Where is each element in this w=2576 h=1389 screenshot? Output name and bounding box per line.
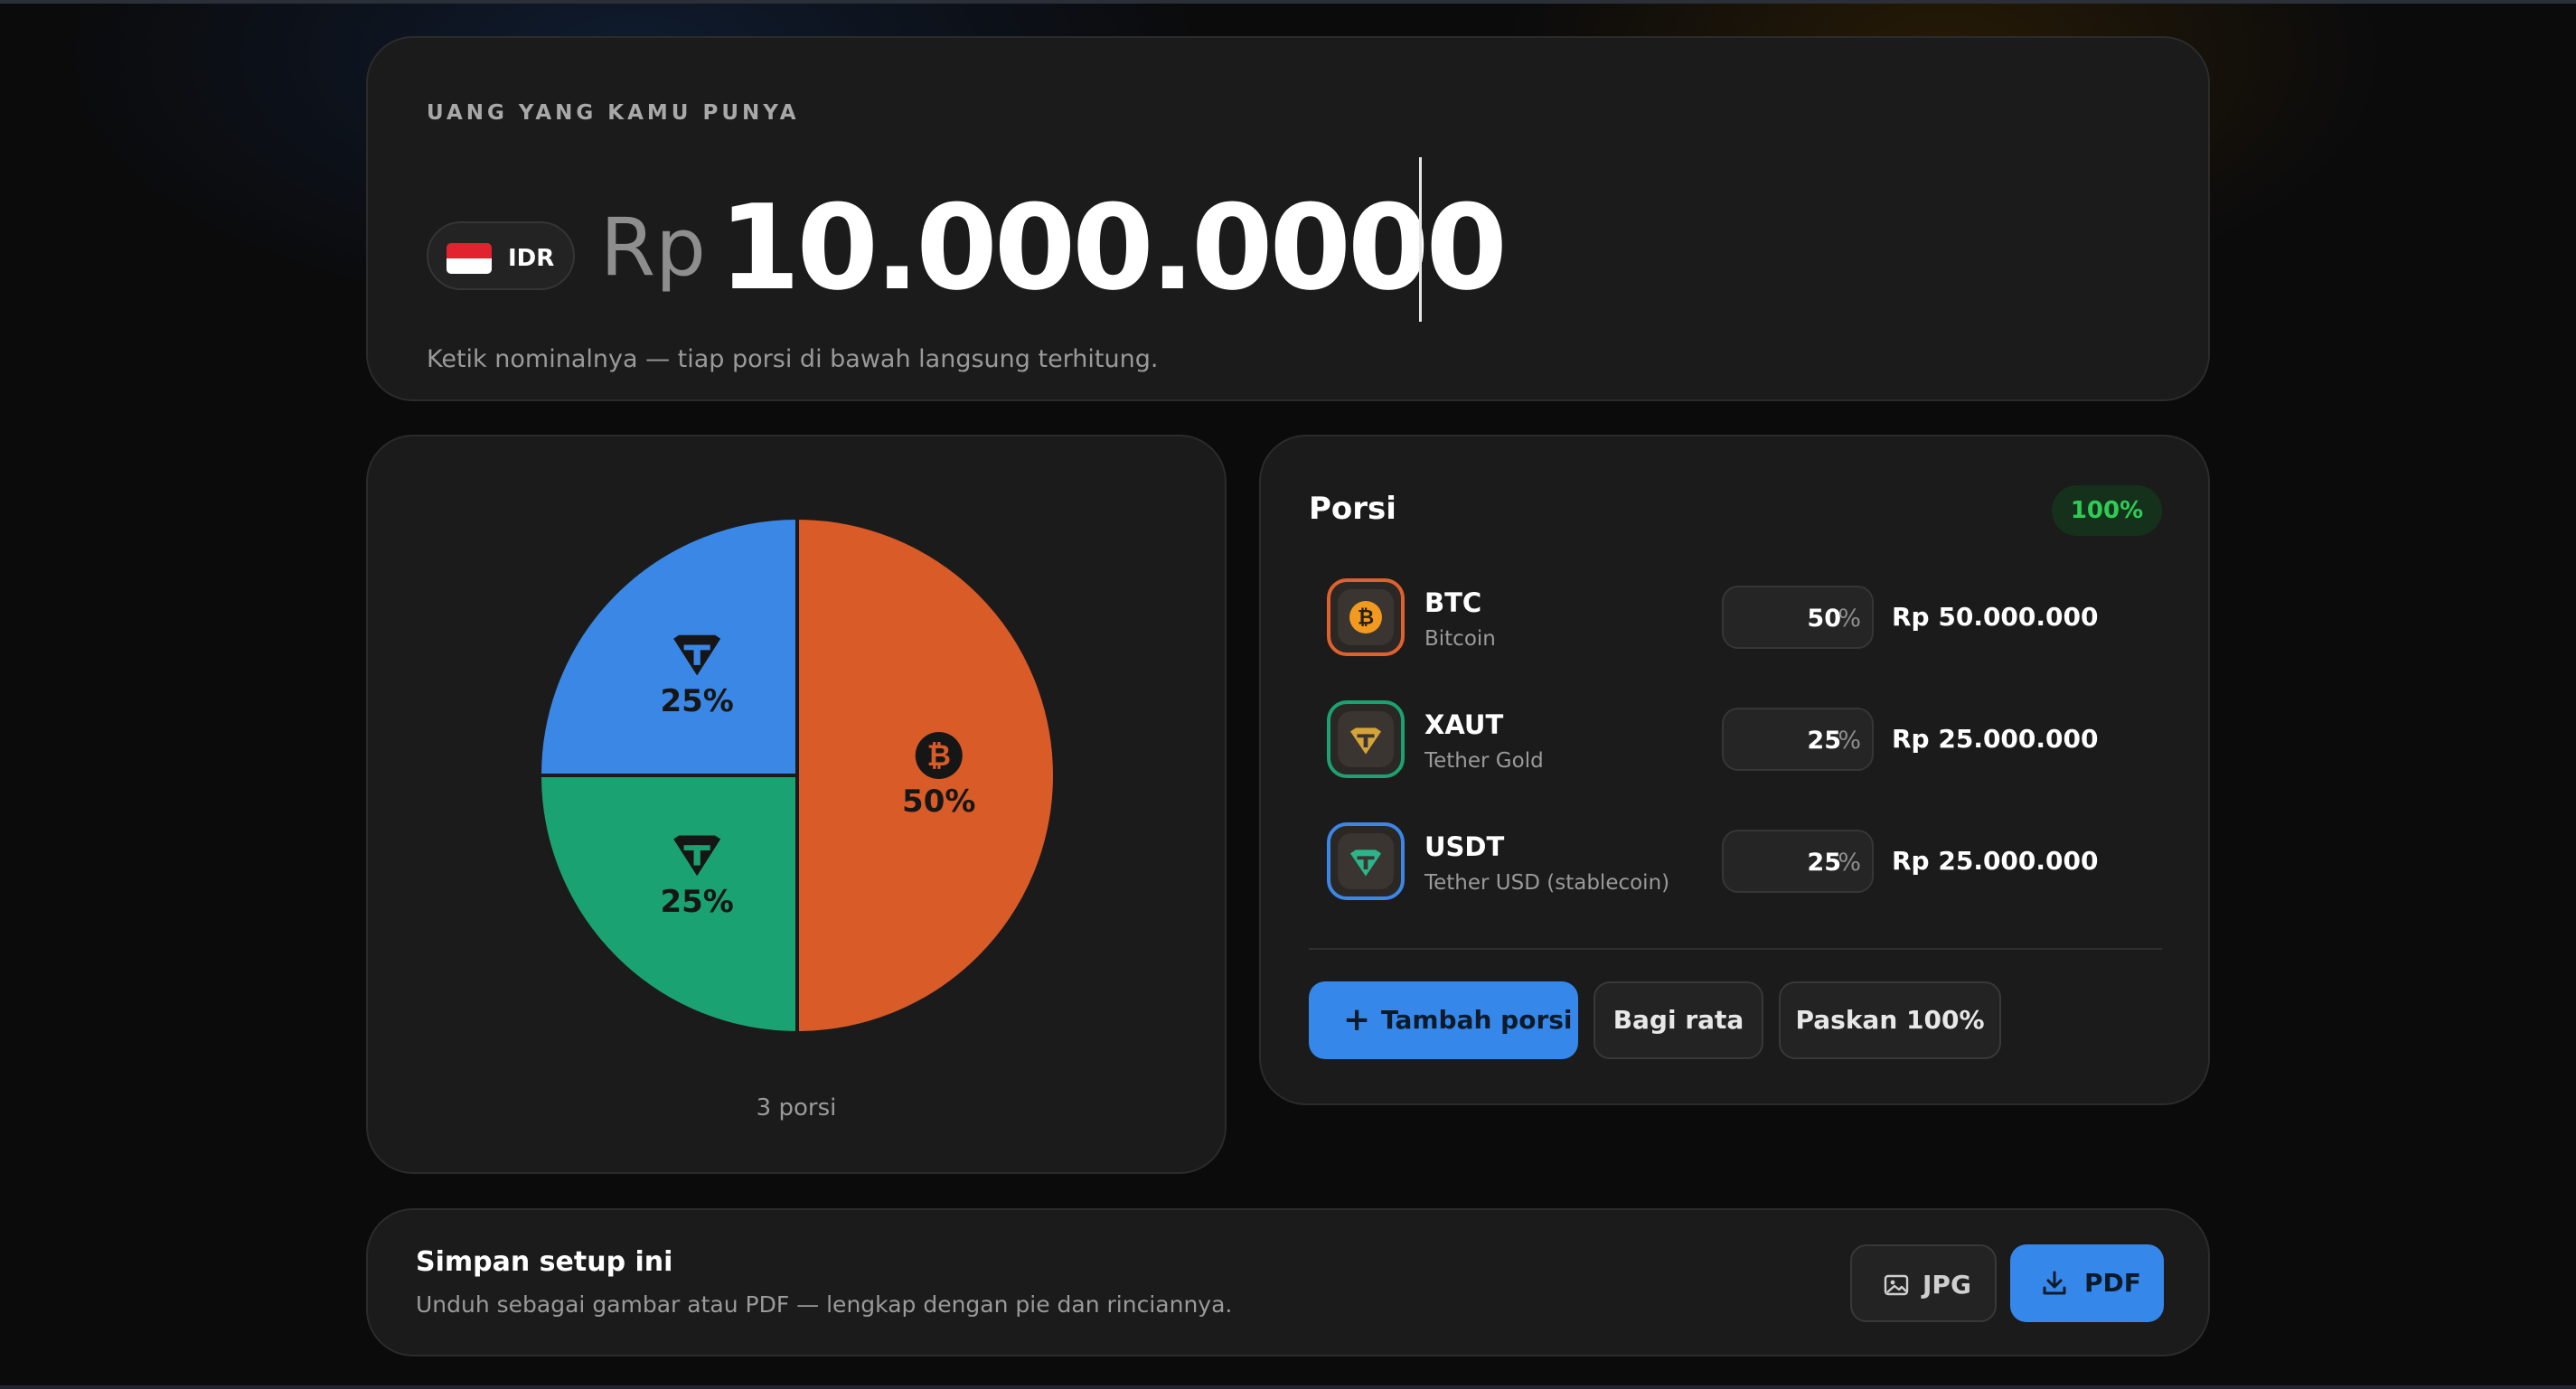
jpg-label: JPG	[1923, 1270, 1971, 1300]
portion-row-btc: ₿ BTC Bitcoin 50 % Rp 50.000.000	[1261, 578, 2208, 669]
pie-slice-percent: 25%	[660, 884, 733, 920]
portion-amount: Rp 50.000.000	[1892, 602, 2099, 632]
percent-value: 25	[1807, 849, 1841, 877]
percent-input[interactable]: 50 %	[1722, 586, 1874, 649]
percent-unit: %	[1838, 849, 1861, 877]
bitcoin-icon: ₿	[1338, 589, 1394, 645]
download-jpg-button[interactable]: JPG	[1850, 1244, 1997, 1322]
currency-symbol: Rp	[600, 201, 707, 294]
fit-100-button[interactable]: Paskan 100%	[1779, 981, 2001, 1059]
pdf-label: PDF	[2084, 1268, 2141, 1298]
portion-amount: Rp 25.000.000	[1892, 846, 2099, 876]
asset-symbol: XAUT	[1424, 709, 1504, 740]
top-border	[0, 0, 2576, 4]
tether-icon	[1338, 833, 1394, 889]
portion-row-xaut: XAUT Tether Gold 25 % Rp 25.000.000	[1261, 700, 2208, 791]
asset-name: Tether Gold	[1424, 749, 1544, 773]
percent-unit: %	[1838, 605, 1861, 633]
bottom-border	[0, 1385, 2576, 1389]
bitcoin-icon-glyph: ₿	[927, 738, 952, 773]
tether-gold-icon	[1338, 711, 1394, 767]
add-portion-button[interactable]: + Tambah porsi	[1309, 981, 1578, 1059]
pie-slice-percent: 25%	[660, 683, 733, 719]
text-caret	[1419, 157, 1422, 322]
allocation-pie-chart: ₿ 50% 25% 25%	[540, 518, 1055, 1033]
tether-icon-stem	[1363, 856, 1368, 870]
usdt-coin-tile	[1327, 822, 1405, 900]
save-title: Simpan setup ini	[416, 1246, 673, 1278]
pie-slice-percent: 50%	[902, 784, 975, 820]
pie-slice-btc	[795, 518, 1055, 1033]
percent-input[interactable]: 25 %	[1722, 708, 1874, 771]
tether-icon-stem	[693, 845, 700, 866]
pie-slice-usdt	[540, 518, 799, 777]
total-percent-badge: 100%	[2052, 485, 2162, 536]
image-icon	[1884, 1274, 1909, 1296]
portion-row-usdt: USDT Tether USD (stablecoin) 25 % Rp 25.…	[1261, 822, 2208, 913]
divider	[1309, 948, 2162, 950]
xaut-coin-tile	[1327, 700, 1405, 778]
percent-unit: %	[1838, 727, 1861, 755]
split-evenly-button[interactable]: Bagi rata	[1594, 981, 1763, 1059]
portion-title: Porsi	[1309, 491, 1396, 527]
asset-symbol: BTC	[1424, 587, 1482, 618]
currency-code: IDR	[508, 245, 555, 272]
download-pdf-button[interactable]: PDF	[2010, 1244, 2164, 1322]
btc-coin-tile: ₿	[1327, 578, 1405, 656]
indonesia-flag-icon	[447, 243, 492, 274]
amount-input[interactable]: 10.000.0000	[719, 179, 1508, 316]
tether-icon-stem	[693, 644, 700, 665]
add-portion-label: Tambah porsi	[1381, 1005, 1573, 1035]
portion-count: 3 porsi	[756, 1094, 837, 1122]
download-icon	[2043, 1271, 2066, 1295]
chart-card: ₿ 50% 25% 25% 3 porsi	[366, 435, 1227, 1174]
save-subtitle: Unduh sebagai gambar atau PDF — lengkap …	[416, 1291, 1233, 1318]
amount-card: UANG YANG KAMU PUNYA IDR Rp 10.000.0000 …	[366, 36, 2210, 401]
asset-name: Bitcoin	[1424, 627, 1496, 651]
asset-name: Tether USD (stablecoin)	[1424, 871, 1670, 895]
amount-hint: Ketik nominalnya — tiap porsi di bawah l…	[427, 345, 1159, 373]
tether-icon-stem	[1363, 734, 1368, 748]
percent-value: 50	[1807, 605, 1841, 633]
portion-amount: Rp 25.000.000	[1892, 724, 2099, 754]
plus-icon: +	[1343, 1001, 1371, 1038]
amount-eyebrow: UANG YANG KAMU PUNYA	[427, 101, 800, 125]
currency-selector[interactable]: IDR	[427, 221, 575, 290]
portion-card: Porsi 100% ₿ BTC Bitcoin 50 % Rp 50.000.…	[1259, 435, 2210, 1105]
percent-value: 25	[1807, 727, 1841, 755]
bitcoin-icon-glyph: ₿	[1358, 606, 1374, 630]
percent-input[interactable]: 25 %	[1722, 830, 1874, 893]
save-card: Simpan setup ini Unduh sebagai gambar at…	[366, 1208, 2210, 1356]
asset-symbol: USDT	[1424, 831, 1505, 862]
